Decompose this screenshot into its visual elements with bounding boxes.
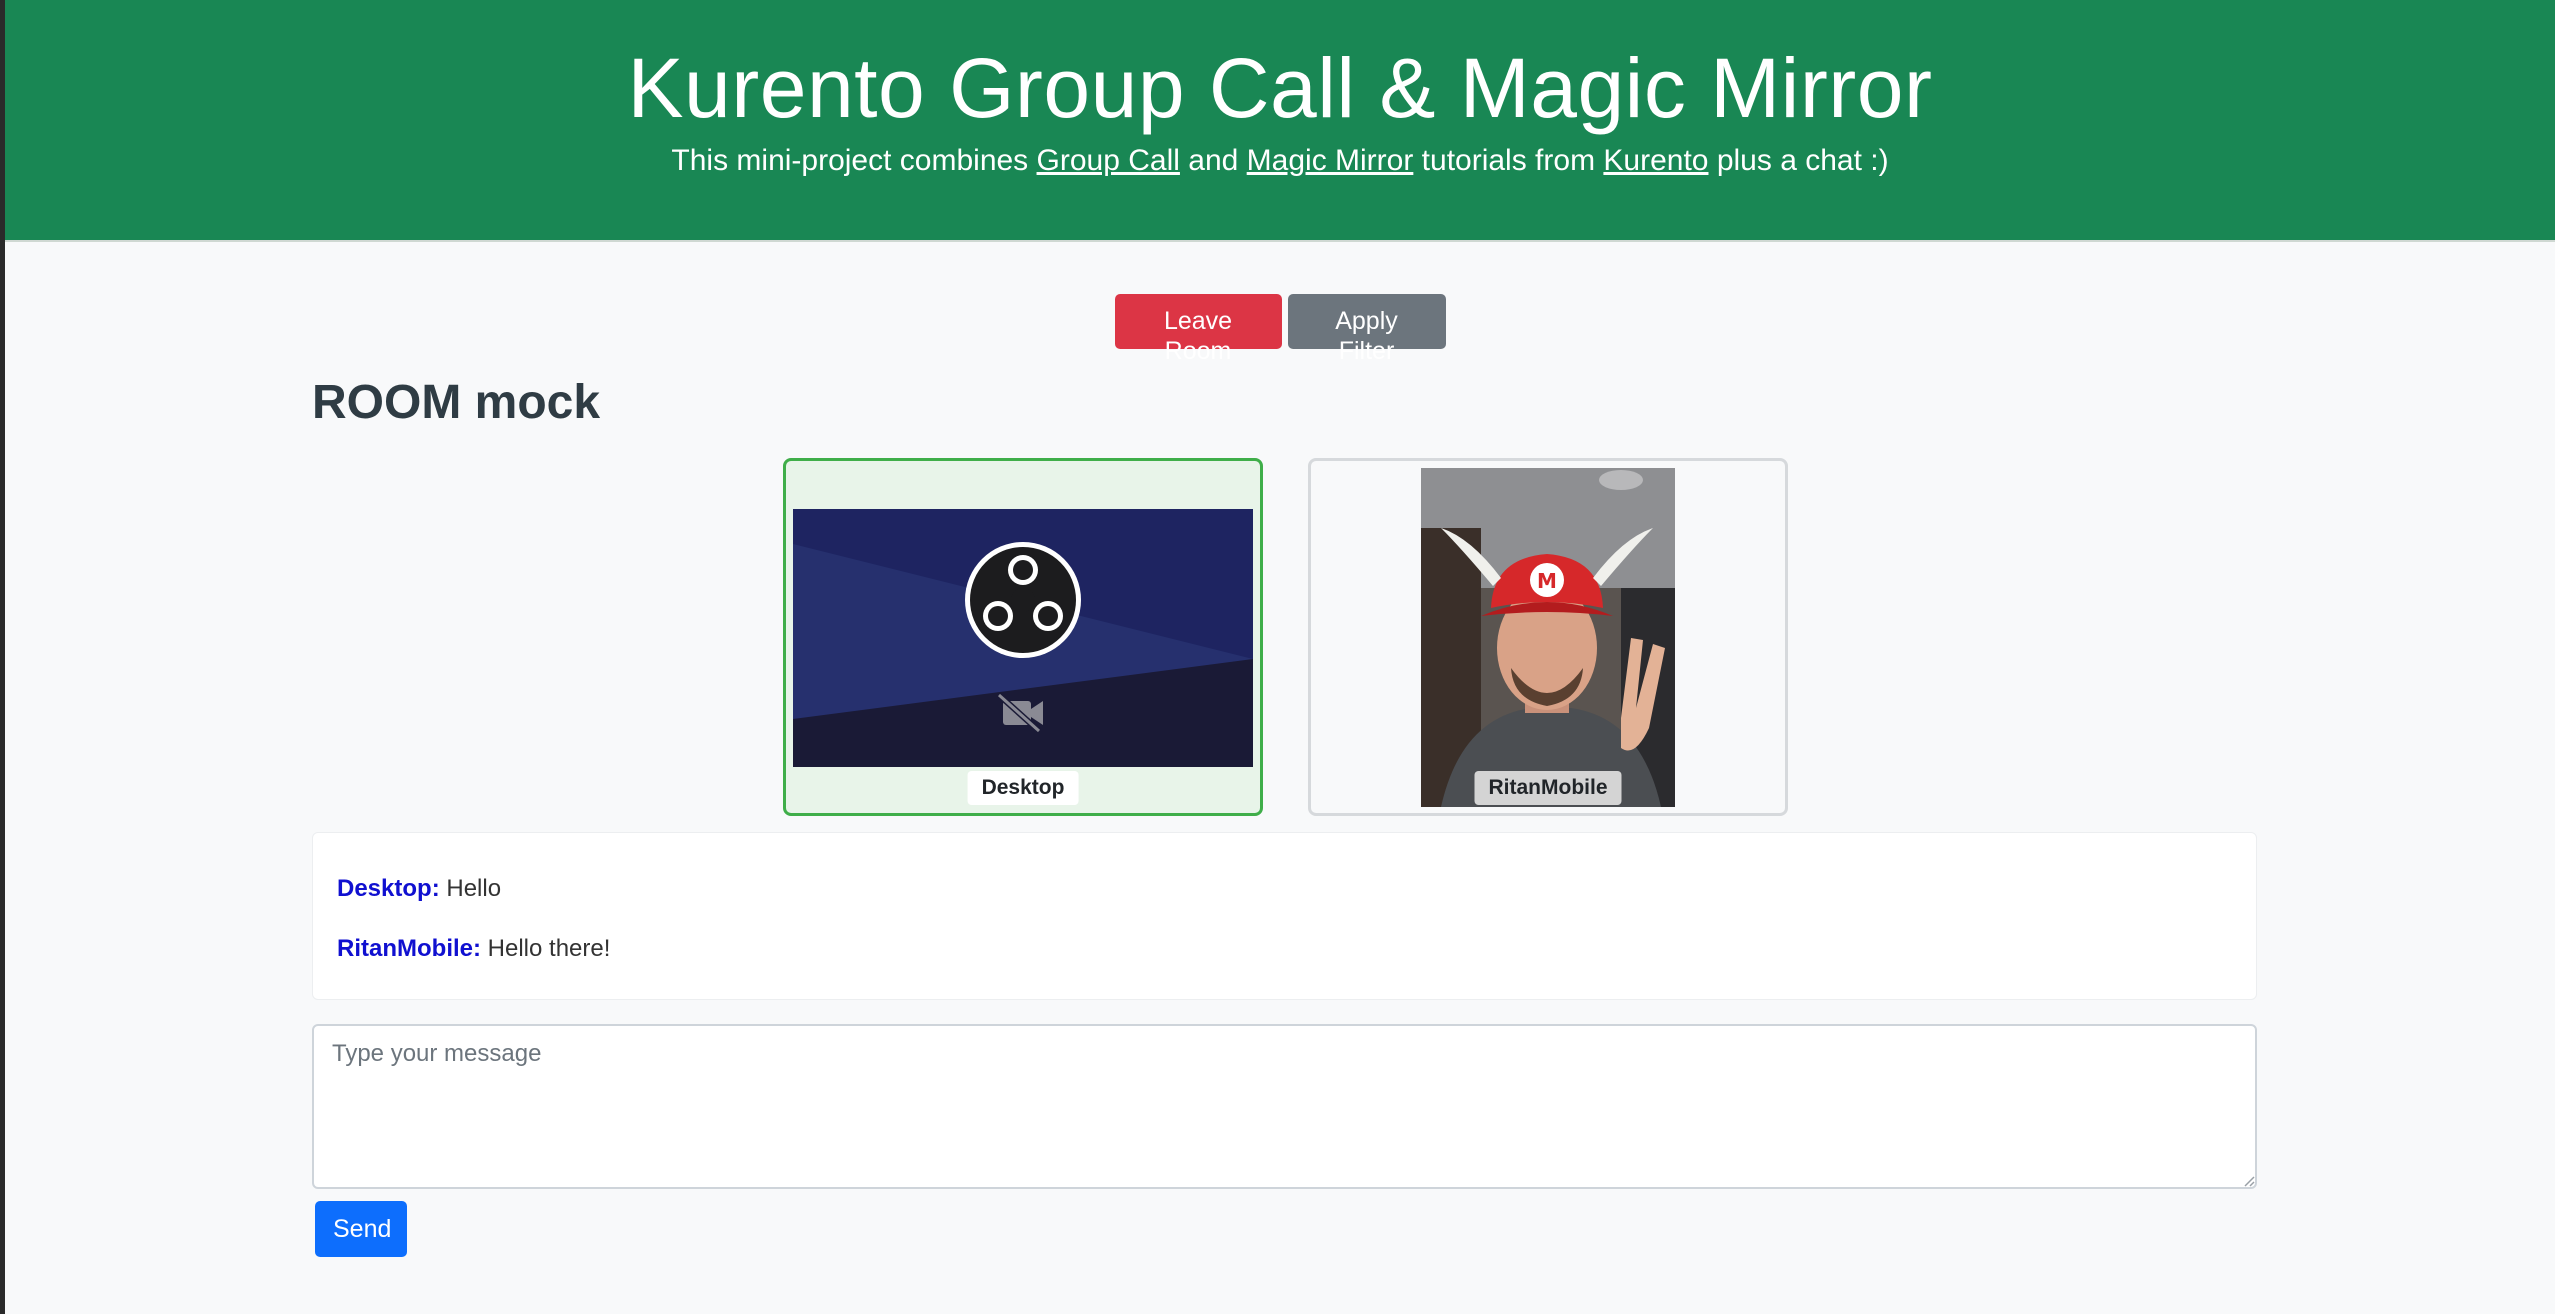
room-title: ROOM mock xyxy=(312,376,601,429)
subtitle-text: tutorials from xyxy=(1413,144,1604,177)
chat-sender: RitanMobile: xyxy=(337,935,481,962)
subtitle-text: plus a chat :) xyxy=(1708,144,1889,177)
participant-name: RitanMobile xyxy=(1474,771,1622,805)
apply-filter-button[interactable]: Apply Filter xyxy=(1287,294,1446,365)
participant-video: M xyxy=(1421,468,1675,807)
svg-text:M: M xyxy=(1537,569,1557,593)
participant-video xyxy=(793,509,1253,767)
chat-text: Hello xyxy=(439,875,502,902)
subtitle-text: This mini-project combines xyxy=(671,144,1037,177)
subtitle-text: and xyxy=(1179,144,1247,177)
chat-sender: Desktop: xyxy=(337,875,440,902)
mobile-video-frame: M xyxy=(1421,468,1675,807)
chat-messages: Desktop: Hello RitanMobile: Hello there! xyxy=(312,832,2257,1000)
magic-mirror-link[interactable]: Magic Mirror xyxy=(1247,144,1414,177)
page-subtitle: This mini-project combines Group Call an… xyxy=(5,142,2555,180)
message-input[interactable] xyxy=(312,1024,2257,1189)
chat-text: Hello there! xyxy=(481,935,611,962)
page-title: Kurento Group Call & Magic Mirror xyxy=(627,41,1933,135)
chat-message: Desktop: Hello xyxy=(337,873,501,905)
resize-handle-icon[interactable] xyxy=(2243,1175,2255,1187)
participant-tile-desktop[interactable]: Desktop xyxy=(783,458,1263,816)
group-call-link[interactable]: Group Call xyxy=(1037,144,1180,177)
send-button[interactable]: Send xyxy=(315,1201,407,1257)
leave-room-button[interactable]: Leave Room xyxy=(1114,294,1282,365)
participant-name: Desktop xyxy=(967,771,1079,805)
obs-placeholder-image xyxy=(793,509,1253,767)
chat-message: RitanMobile: Hello there! xyxy=(337,933,610,965)
kurento-link[interactable]: Kurento xyxy=(1603,144,1708,177)
page-header: Kurento Group Call & Magic Mirror This m… xyxy=(5,0,2555,242)
participant-tile-ritanmobile[interactable]: M RitanMobile xyxy=(1308,458,1788,816)
room-actions: Leave Room Apply Filter xyxy=(5,294,2555,365)
